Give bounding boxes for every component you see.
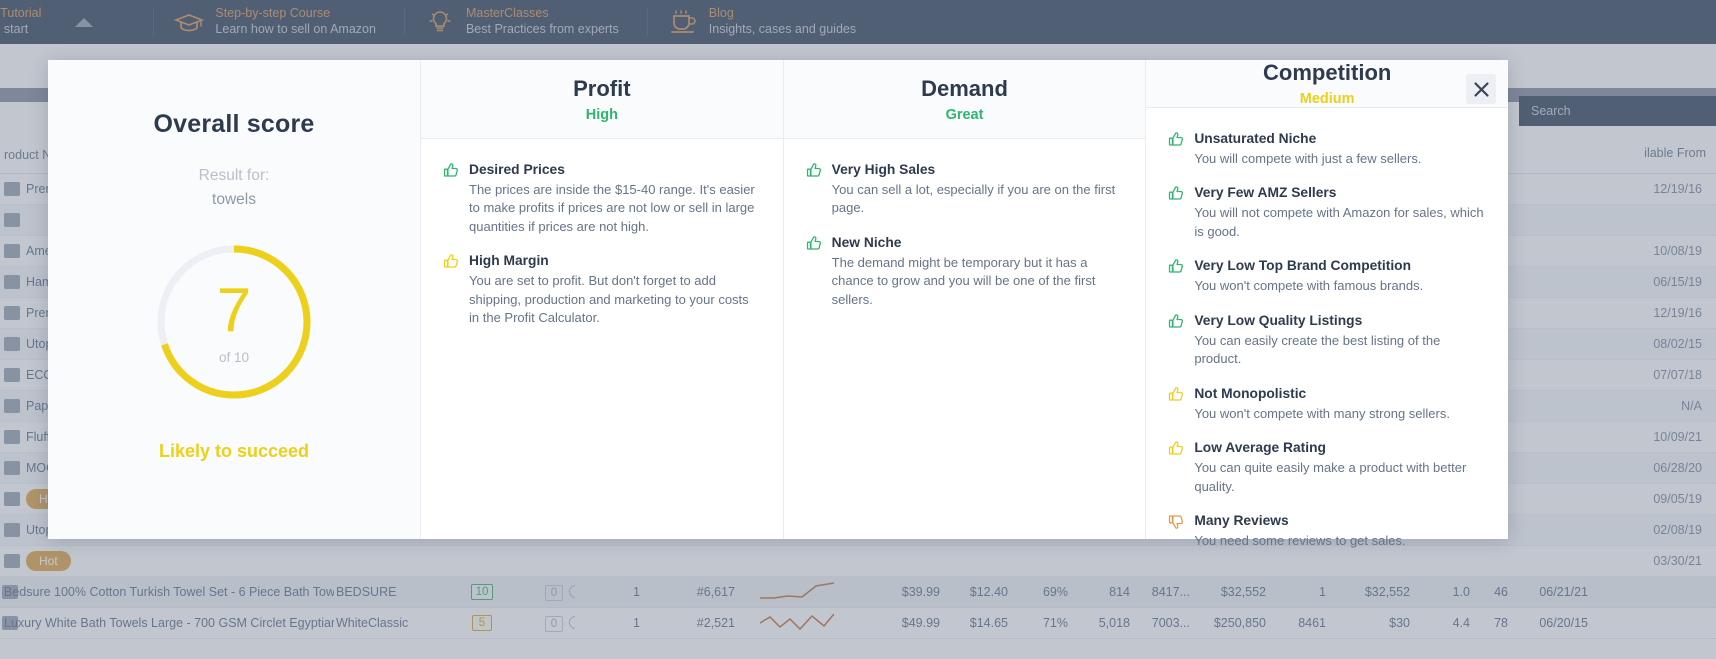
score-column-profit: Profit High Desired Prices The prices are i…: [421, 60, 784, 539]
result-keyword: towels: [212, 191, 256, 208]
score-gauge-center: 7 of 10: [153, 241, 315, 403]
app-root: o Tutorialto startStep-by-step CourseLea…: [0, 0, 1716, 659]
niche-score-modal: Overall score Result for: towels 7 of 10…: [48, 60, 1509, 548]
score-factor-title: Not Monopolistic: [1194, 385, 1307, 401]
score-gauge: 7 of 10: [153, 241, 315, 403]
score-value: 7: [216, 275, 252, 345]
thumbs-up-icon: [1168, 312, 1194, 369]
score-factor-description: You will compete with just a few sellers…: [1194, 151, 1422, 166]
thumbs-up-icon: [443, 252, 469, 327]
score-column-demand: Demand Great Very High Sales You can sell a…: [783, 60, 1147, 539]
score-factor-title: Desired Prices: [469, 162, 565, 177]
score-factor-item: New Niche The demand might be temporary b…: [806, 234, 1124, 309]
score-factor-title: High Margin: [469, 253, 549, 269]
thumbs-up-icon: [1168, 184, 1194, 241]
score-factor-title: Very Low Quality Listings: [1194, 312, 1363, 328]
score-factor-item: Unsaturated Niche You will compete with j…: [1168, 130, 1486, 168]
thumbs-up-icon: [806, 234, 832, 309]
thumbs-up-icon: [806, 161, 832, 218]
score-factor-title: Unsaturated Niche: [1194, 131, 1317, 146]
score-breakdown-columns: Profit High Desired Prices The prices are i…: [421, 60, 1509, 548]
score-column-verdict: High: [585, 106, 618, 123]
score-factor-description: You won't compete with famous brands.: [1194, 278, 1424, 294]
score-column-title: Profit: [573, 75, 631, 101]
score-factor-title: Very High Sales: [831, 162, 936, 177]
score-factor-title: Low Average Rating: [1194, 440, 1326, 456]
score-column-body: Desired Prices The prices are inside the …: [421, 139, 783, 344]
overall-score-title: Overall score: [153, 110, 315, 138]
score-factor-description: You can quite easily make a product with…: [1194, 460, 1467, 494]
thumbs-up-icon: [443, 161, 469, 236]
thumbs-down-icon: [1168, 512, 1194, 550]
score-column-header-competition: Competition Medium: [1146, 60, 1509, 108]
score-factor-description: You need some reviews to get sales.: [1194, 533, 1406, 549]
score-factor-title: Very Low Top Brand Competition: [1194, 258, 1412, 274]
thumbs-up-icon: [1168, 385, 1194, 423]
score-factor-description: You can sell a lot, especially if you ar…: [831, 182, 1116, 216]
score-factor-item: Not Monopolistic You won't compete with m…: [1168, 385, 1486, 423]
score-max-label: of 10: [218, 349, 250, 365]
score-column-body: Unsaturated Niche You will compete with j…: [1146, 108, 1508, 567]
score-factor-title: New Niche: [831, 234, 902, 250]
score-factor-item: Low Average Rating You can quite easily m…: [1168, 439, 1486, 496]
score-factor-item: Very Few AMZ Sellers You will not compete…: [1168, 184, 1486, 241]
score-factor-title: Very Few AMZ Sellers: [1194, 185, 1337, 201]
thumbs-up-icon: [1168, 257, 1194, 295]
score-factor-description: You can easily create the best listing o…: [1194, 332, 1441, 367]
score-column-title: Demand: [921, 75, 1008, 101]
score-factor-item: Very Low Top Brand Competition You won't …: [1168, 257, 1486, 295]
score-factor-description: You won't compete with many strong selle…: [1194, 405, 1450, 421]
score-factor-item: High Margin You are set to profit. But do…: [443, 252, 761, 327]
overall-score-panel: Overall score Result for: towels 7 of 10…: [48, 60, 421, 539]
score-factor-description: The prices are inside the $15-40 range. …: [469, 182, 755, 234]
score-factor-title: Many Reviews: [1194, 513, 1289, 529]
score-column-verdict: Medium: [1299, 91, 1355, 107]
score-column-header-profit: Profit High: [421, 60, 783, 139]
thumbs-up-icon: [1168, 130, 1194, 168]
thumbs-up-icon: [1168, 439, 1194, 496]
score-column-title: Competition: [1263, 60, 1392, 85]
result-for-label: Result for:: [198, 167, 270, 184]
score-column-competition: Competition Medium Unsaturated Niche You wi…: [1146, 60, 1509, 548]
score-factor-item: Very Low Quality Listings You can easily …: [1168, 312, 1486, 369]
score-factor-description: You will not compete with Amazon for sal…: [1194, 205, 1484, 239]
score-factor-item: Many Reviews You need some reviews to get…: [1168, 512, 1486, 550]
score-column-body: Very High Sales You can sell a lot, espec…: [784, 139, 1146, 325]
score-column-header-demand: Demand Great: [783, 60, 1146, 139]
score-factor-item: Desired Prices The prices are inside the …: [443, 161, 761, 236]
score-factor-description: You are set to profit. But don't forget …: [469, 273, 749, 326]
score-factor-description: The demand might be temporary but it has…: [831, 254, 1096, 307]
score-column-verdict: Great: [945, 106, 984, 123]
overall-verdict: Likely to succeed: [158, 441, 310, 461]
close-icon[interactable]: [1466, 74, 1496, 104]
score-factor-item: Very High Sales You can sell a lot, espec…: [806, 161, 1124, 218]
